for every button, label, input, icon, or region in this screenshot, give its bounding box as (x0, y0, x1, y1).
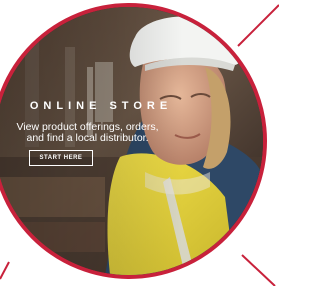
circular-photo-frame: ONLINE STORE View product offerings, ord… (0, 3, 267, 279)
promo-description: View product offerings, orders, and find… (16, 121, 159, 144)
promo-content: ONLINE STORE View product offerings, ord… (0, 100, 195, 166)
start-here-button[interactable]: START HERE (28, 150, 94, 166)
online-store-promo-section: ONLINE STORE View product offerings, ord… (0, 0, 279, 286)
promo-title: ONLINE STORE (29, 100, 173, 112)
